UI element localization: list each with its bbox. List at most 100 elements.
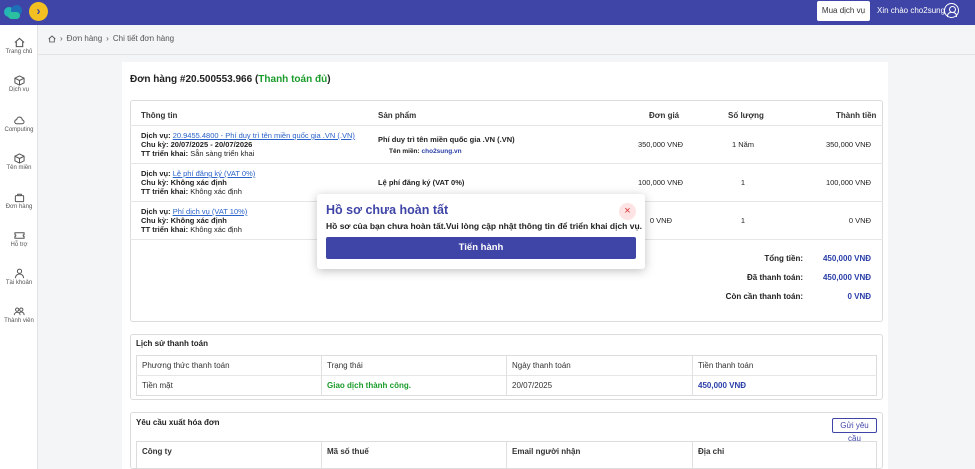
deploy-value: Không xác định: [190, 225, 242, 234]
divider: [130, 125, 883, 126]
box-icon: [13, 153, 25, 164]
summary-total-value: 450,000 VNĐ: [822, 254, 871, 263]
service-link[interactable]: Lệ phí đăng ký (VAT 0%): [173, 169, 256, 178]
payment-status: Giao dịch thành công.: [327, 381, 411, 390]
product-name: Lệ phí đăng ký (VAT 0%): [378, 178, 465, 187]
divider: [321, 355, 322, 396]
logo[interactable]: [4, 3, 24, 21]
column-header-status: Trạng thái: [327, 361, 363, 370]
sidebar-item-label: Dịch vụ: [8, 87, 29, 93]
line-total: 0 VNĐ: [848, 216, 871, 225]
column-header-quantity: Số lượng: [728, 111, 764, 120]
section-title: Lịch sử thanh toán: [136, 339, 209, 348]
divider: [130, 163, 883, 164]
sidebar-item-label: Hỗ trợ: [10, 242, 28, 248]
home-icon: [14, 37, 24, 48]
divider: [692, 441, 693, 469]
payment-amount: 450,000 VNĐ: [698, 381, 747, 390]
order-number: Đơn hàng #20.500553.966 (: [130, 74, 259, 85]
sidebar-item-support[interactable]: Hỗ trợ: [0, 230, 38, 248]
sidebar-item-home[interactable]: Trang chủ: [0, 37, 38, 55]
deploy-label: TT triển khai:: [141, 149, 189, 158]
sidebar-item-label: Computing: [4, 127, 34, 133]
divider: [506, 355, 507, 396]
incomplete-profile-dialog: Hồ sơ chưa hoàn tất × Hồ sơ của bạn chưa…: [317, 194, 645, 269]
column-header-method: Phương thức thanh toán: [142, 361, 230, 370]
close-icon[interactable]: ×: [619, 203, 636, 220]
column-header-price: Đơn giá: [649, 111, 680, 120]
person-icon: [14, 268, 24, 279]
chevron-right-icon: ›: [60, 34, 63, 43]
domain-value: cho2sung.vn: [421, 148, 462, 155]
service-link[interactable]: 20.9455.4800 - Phí duy trì tên miền quốc…: [173, 131, 355, 140]
home-icon[interactable]: [48, 34, 56, 43]
column-header-amount: Tiền thanh toán: [698, 361, 754, 370]
domain-label: Tên miền:: [389, 148, 420, 155]
divider: [506, 441, 507, 469]
top-bar: › Mua dịch vụ Xin chào cho2sung: [0, 0, 975, 25]
product-name: Phí duy trì tên miền quốc gia .VN (.VN): [378, 135, 515, 144]
quantity: 1 Năm: [731, 140, 755, 149]
sidebar-item-label: Tên miền: [6, 165, 32, 171]
sidebar-item-domains[interactable]: Tên miền: [0, 153, 38, 171]
table-row: Dịch vụ: Lệ phí đăng ký (VAT 0%) Chu kỳ:…: [141, 169, 255, 196]
divider: [38, 54, 975, 55]
service-label: Dịch vụ:: [141, 207, 171, 216]
cycle-label: Chu kỳ:: [141, 216, 169, 225]
title-suffix: ): [327, 74, 331, 85]
ticket-icon: [13, 232, 25, 239]
summary-remaining-value: 0 VNĐ: [847, 292, 871, 301]
user-icon[interactable]: [944, 3, 959, 18]
divider: [321, 441, 322, 469]
service-label: Dịch vụ:: [141, 131, 171, 140]
sidebar-item-label: Trang chủ: [5, 49, 33, 55]
sidebar-item-services[interactable]: Dịch vụ: [0, 75, 38, 93]
breadcrumb: › Đơn hàng › Chi tiết đơn hàng: [48, 34, 174, 43]
sidebar-item-orders[interactable]: Đơn hàng: [0, 192, 38, 210]
summary-paid-value: 450,000 VNĐ: [822, 273, 871, 282]
sidebar-item-computing[interactable]: Computing: [0, 115, 38, 133]
deploy-label: TT triển khai:: [141, 187, 189, 196]
sidebar-item-label: Tài khoản: [5, 280, 33, 286]
column-header-address: Địa chỉ: [698, 447, 725, 456]
cube-icon: [13, 75, 25, 86]
sidebar: Trang chủ Dịch vụ Computing Tên miền Đơn…: [0, 25, 38, 469]
bag-icon: [14, 193, 24, 203]
line-total: 100,000 VNĐ: [825, 178, 871, 187]
cycle-value: Không xác định: [170, 178, 227, 187]
domain-line: Tên miền: cho2sung.vn: [389, 147, 462, 156]
breadcrumb-item-order-detail: Chi tiết đơn hàng: [112, 34, 175, 43]
service-label: Dịch vụ:: [141, 169, 171, 178]
breadcrumb-item-orders[interactable]: Đơn hàng: [67, 34, 103, 43]
sidebar-toggle-button[interactable]: ›: [29, 2, 48, 21]
payment-method: Tiền mặt: [142, 381, 173, 390]
dialog-message: Hồ sơ của bạn chưa hoàn tất.Vui lòng cập…: [326, 221, 643, 231]
deploy-label: TT triển khai:: [141, 225, 189, 234]
unit-price: 100,000 VNĐ: [637, 178, 683, 187]
line-total: 350,000 VNĐ: [825, 140, 871, 149]
proceed-button[interactable]: Tiến hành: [326, 237, 636, 259]
cycle-value: Không xác định: [170, 216, 227, 225]
column-header-product: Sản phẩm: [378, 111, 417, 120]
table-row: Dịch vụ: Phí dịch vụ (VAT 10%) Chu kỳ: K…: [141, 207, 247, 234]
column-header-email: Email người nhận: [512, 447, 581, 456]
sidebar-item-members[interactable]: Thành viên: [0, 306, 38, 324]
sidebar-item-account[interactable]: Tài khoản: [0, 268, 38, 286]
cycle-value: 20/07/2025 - 20/07/2026: [170, 140, 253, 149]
service-link[interactable]: Phí dịch vụ (VAT 10%): [173, 207, 248, 216]
column-header-company: Công ty: [142, 447, 172, 456]
column-header-total: Thành tiền: [836, 111, 877, 120]
cloud-icon: [14, 116, 25, 125]
deploy-value: Không xác định: [190, 187, 242, 196]
quantity: 1: [740, 178, 746, 187]
buy-service-button[interactable]: Mua dịch vụ: [817, 1, 870, 21]
summary-remaining-label: Còn cần thanh toán:: [725, 292, 803, 301]
quantity: 1: [740, 216, 746, 225]
summary-total-label: Tổng tiền:: [764, 254, 803, 263]
unit-price: 350,000 VNĐ: [637, 140, 683, 149]
send-request-button[interactable]: Gửi yêu cầu: [832, 418, 877, 443]
sidebar-item-label: Đơn hàng: [5, 204, 33, 210]
deploy-value: Sẵn sàng triển khai: [190, 149, 255, 158]
chevron-right-icon: ›: [106, 34, 109, 43]
divider: [692, 355, 693, 396]
